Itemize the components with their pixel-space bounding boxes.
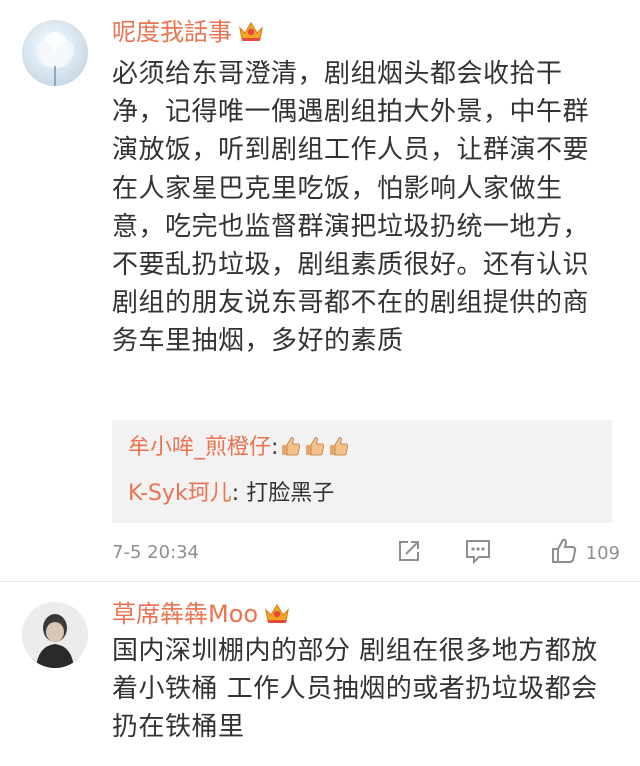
user-avatar[interactable]	[22, 20, 88, 86]
reply-text: 打脸黑子	[239, 481, 335, 506]
share-icon	[396, 538, 422, 568]
reply-button[interactable]	[464, 536, 492, 570]
thumbs-up-icon	[328, 435, 350, 457]
comment-username[interactable]: 草席犇犇Moo	[112, 596, 290, 632]
like-button[interactable]: 109	[550, 536, 620, 570]
comment-text: 国内深圳棚内的部分 剧组在很多地方都放着小铁桶 工作人员抽烟的或者扔垃圾都会扔在…	[112, 636, 598, 743]
replies-box[interactable]: 牟小哞_煎橙仔: K-Syk珂儿: 打脸黑子	[112, 420, 612, 523]
share-button[interactable]	[396, 536, 422, 570]
comment-timestamp: 7-5 20:34	[112, 542, 199, 563]
comment-item: 草席犇犇Moo 国内深圳棚内的部分 剧组在很多地方都放着小铁桶 工作人员抽烟的或…	[0, 582, 640, 766]
like-icon	[550, 537, 578, 569]
user-avatar[interactable]	[22, 602, 88, 668]
thumbs-up-icon	[280, 435, 302, 457]
comment-username[interactable]: 呢度我話事	[112, 14, 264, 50]
comment-icon	[464, 538, 492, 568]
comment-text: 必须给东哥澄清，剧组烟头都会收拾干净，记得唯一偶遇剧组拍大外景，中午群演放饭，听…	[112, 59, 590, 357]
vip-crown-icon	[264, 598, 290, 623]
reply-username[interactable]: K-Syk珂儿	[128, 481, 232, 506]
reply-username[interactable]: 牟小哞_煎橙仔	[128, 435, 271, 460]
comment-item: 呢度我話事 必须给东哥澄清，剧组烟头都会收拾干净，记得唯一偶遇剧组拍大外景，中午…	[0, 0, 640, 582]
vip-crown-icon	[238, 16, 264, 41]
like-count: 109	[585, 542, 620, 564]
reply-item[interactable]: 牟小哞_煎橙仔:	[128, 432, 350, 464]
thumbs-up-icon	[304, 435, 326, 457]
reply-separator: :	[271, 435, 279, 460]
reply-item[interactable]: K-Syk珂儿: 打脸黑子	[128, 478, 334, 510]
